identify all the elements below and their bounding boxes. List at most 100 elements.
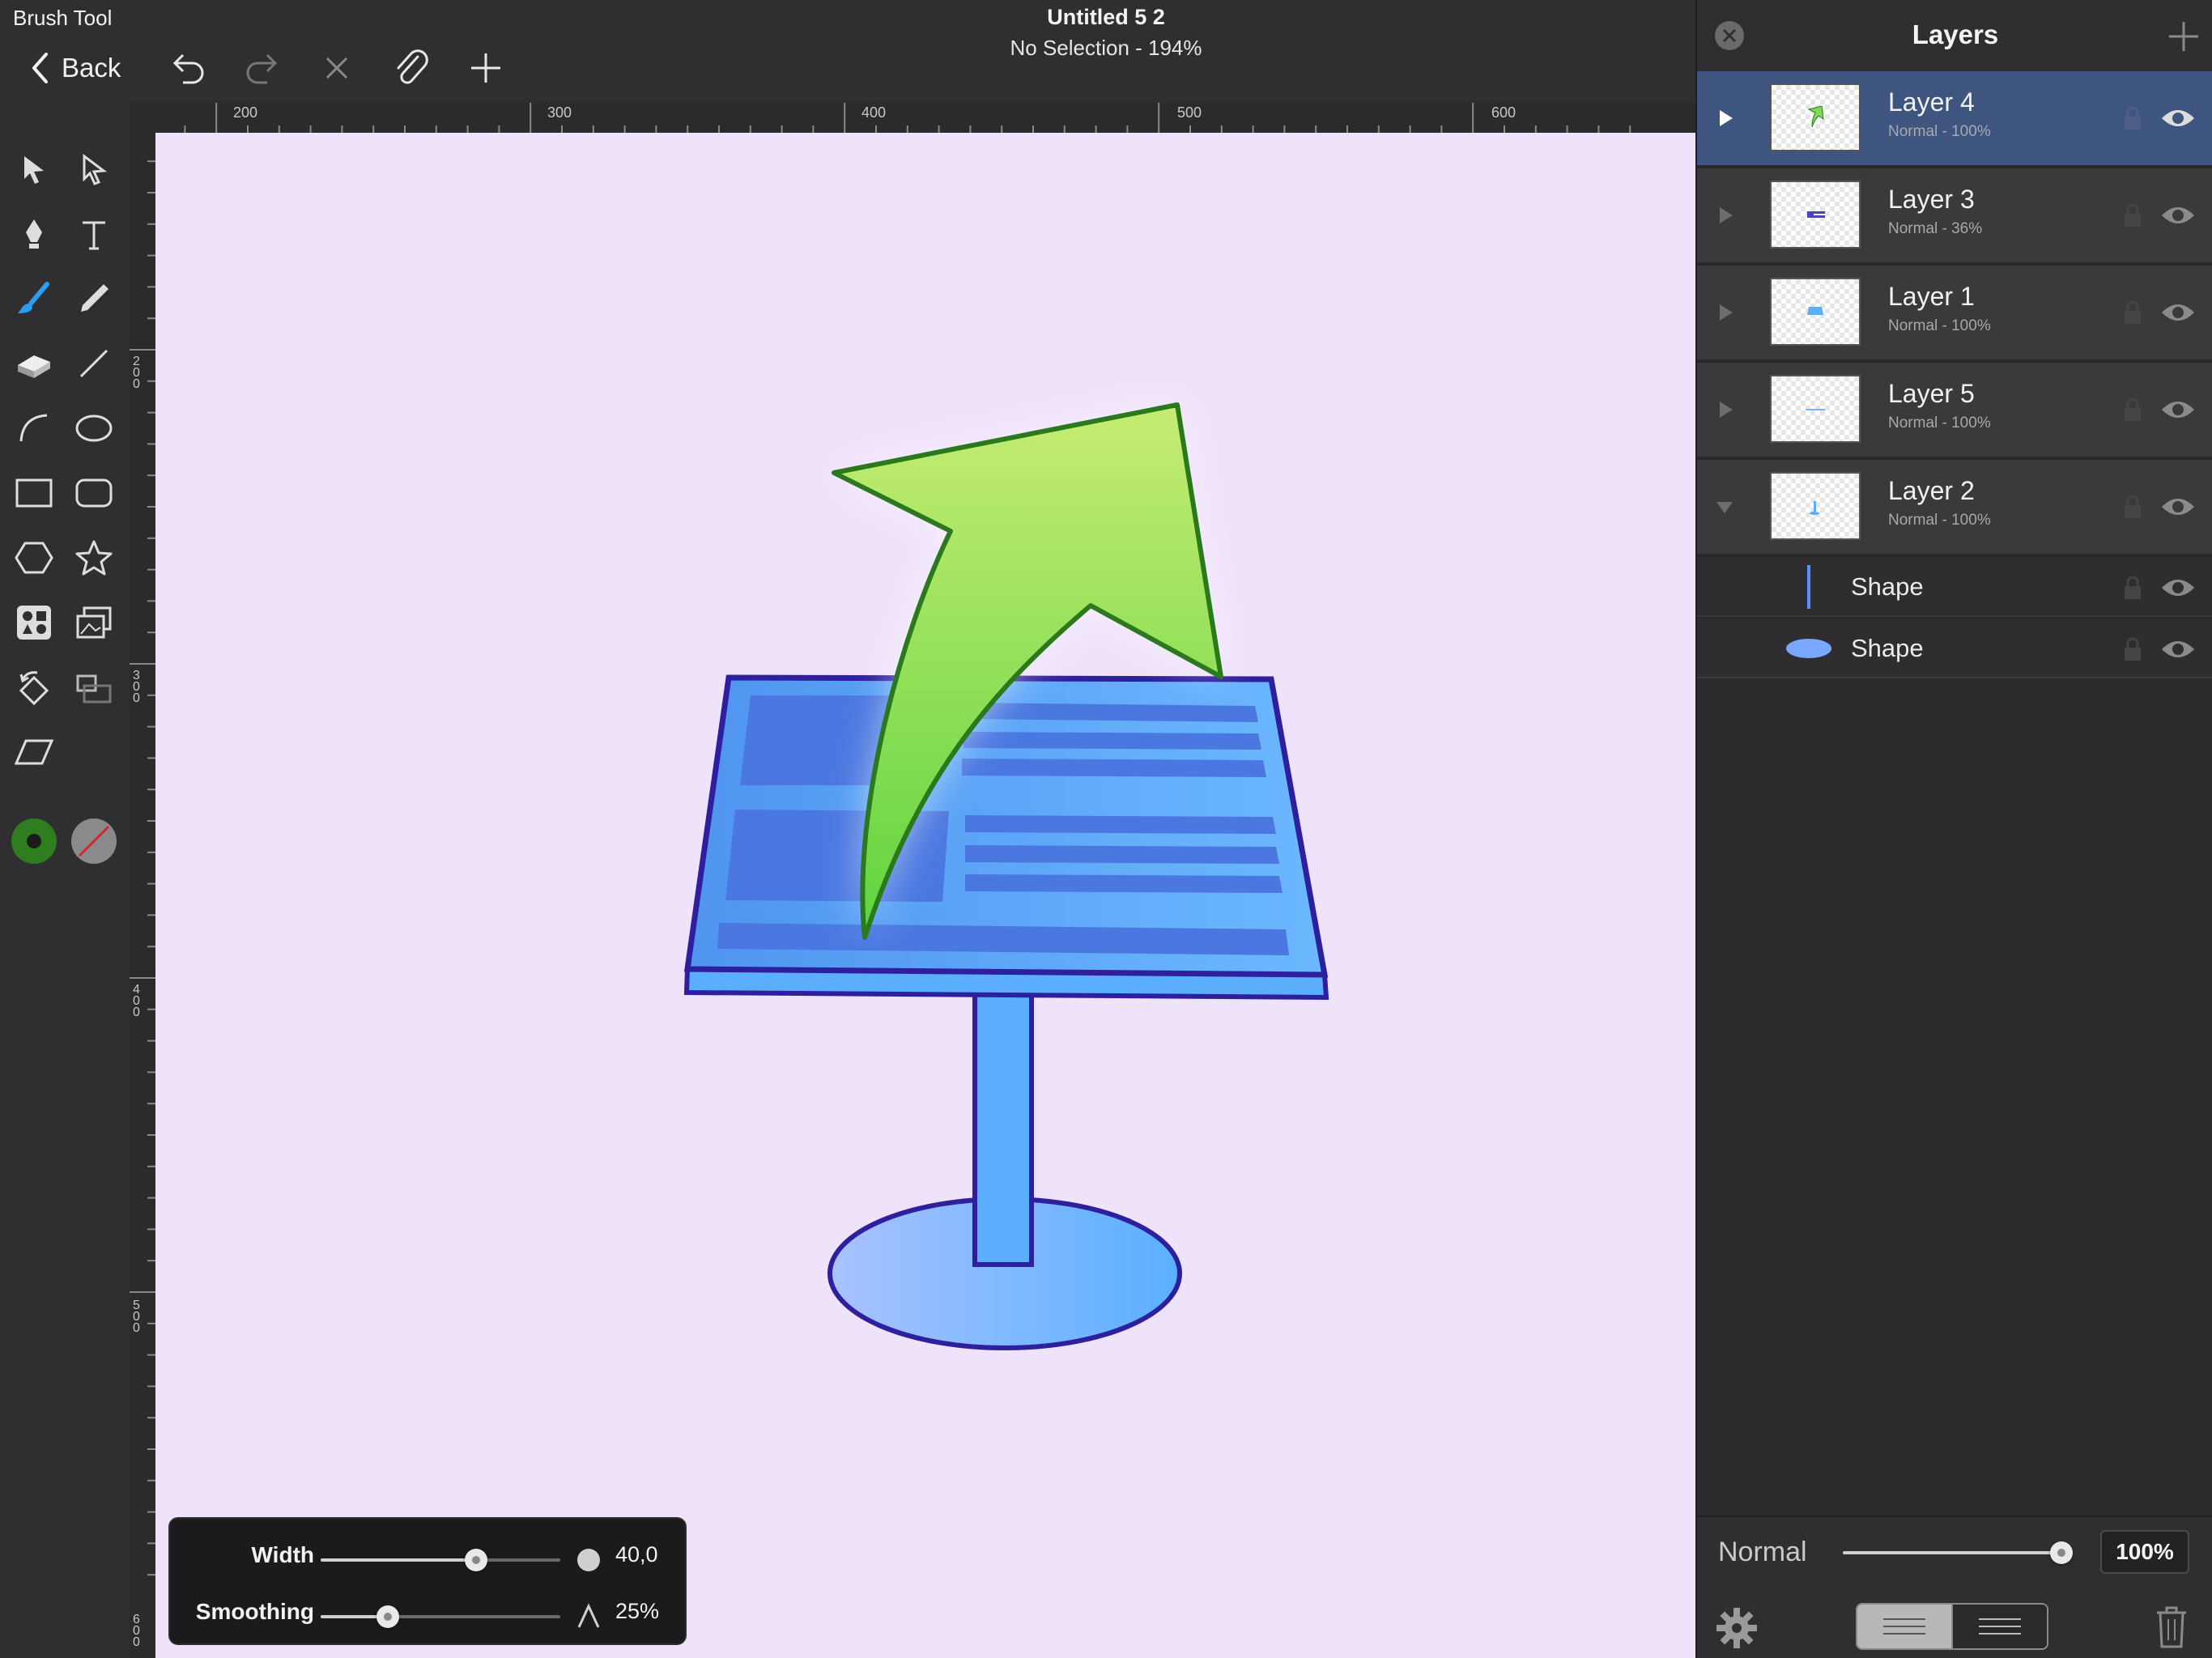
rounded-rectangle-tool[interactable] — [68, 467, 120, 519]
back-button[interactable]: Back — [31, 47, 121, 89]
drawing-canvas[interactable] — [155, 133, 1695, 1658]
expand-arrow-icon[interactable] — [1707, 100, 1742, 136]
pen-nib-icon — [26, 219, 42, 249]
opacity-slider-knob[interactable] — [2050, 1541, 2073, 1564]
layer-thumbnail — [1770, 181, 1861, 249]
eye-icon[interactable] — [2159, 635, 2197, 664]
star-tool[interactable] — [68, 532, 120, 584]
ruler-label: 500 — [1177, 104, 1202, 121]
arc-icon — [19, 414, 48, 442]
ellipse-tool[interactable] — [68, 402, 120, 454]
smoothing-value: 25% — [615, 1599, 660, 1623]
resize-icon — [76, 674, 112, 704]
add-icon[interactable] — [463, 45, 508, 91]
lock-icon[interactable] — [2121, 636, 2144, 662]
lectern-board — [683, 674, 1329, 1001]
opacity-value-field[interactable]: 100% — [2100, 1530, 2189, 1574]
lines-icon — [1979, 1618, 2021, 1635]
layers-panel: Layers Layer 4 Normal - 100% Layer 3 Nor… — [1695, 0, 2212, 1658]
layer-blend-info: Normal - 100% — [1888, 512, 1991, 529]
collapse-arrow-icon[interactable] — [1707, 489, 1742, 525]
align-left-segment[interactable] — [1857, 1605, 1951, 1648]
smoothing-slider-knob[interactable] — [376, 1605, 399, 1628]
stroke-color-swatch[interactable] — [8, 815, 60, 867]
images-icon — [76, 606, 112, 639]
lock-icon[interactable] — [2121, 300, 2144, 325]
back-label: Back — [62, 53, 121, 83]
selection-tool[interactable] — [8, 143, 60, 195]
width-slider-knob[interactable] — [465, 1549, 488, 1571]
gear-icon[interactable] — [1715, 1606, 1759, 1650]
line-tool[interactable] — [68, 338, 120, 389]
shape-row[interactable]: Shape — [1697, 619, 2212, 678]
align-segmented-control — [1856, 1603, 2048, 1650]
pencil-tool[interactable] — [68, 273, 120, 325]
brush-icon — [18, 282, 49, 313]
pencil-icon — [81, 284, 108, 312]
layer-opacity-slider[interactable] — [1843, 1541, 2073, 1564]
width-slider[interactable] — [321, 1549, 560, 1571]
close-icon[interactable] — [314, 45, 359, 91]
lock-icon[interactable] — [2121, 575, 2144, 601]
layer-row[interactable]: Layer 2 Normal - 100% — [1697, 460, 2212, 555]
expand-arrow-icon[interactable] — [1707, 295, 1742, 330]
brush-settings-panel: Width 40,0 Smoothing 25% — [168, 1517, 687, 1645]
blend-mode-selector[interactable]: Normal — [1718, 1537, 1807, 1568]
layers-title: Layers — [1912, 19, 1999, 49]
trash-icon[interactable] — [2152, 1603, 2191, 1650]
layer-name: Layer 4 — [1888, 87, 1975, 117]
ruler-label: 200 — [233, 104, 258, 121]
lock-icon[interactable] — [2121, 397, 2144, 423]
shape-row[interactable]: Shape — [1697, 557, 2212, 617]
pen-tool[interactable] — [8, 208, 60, 260]
smoothing-label: Smoothing — [195, 1599, 314, 1624]
redo-icon[interactable] — [240, 45, 285, 91]
eye-icon[interactable] — [2159, 104, 2197, 133]
layer-row[interactable]: Layer 4 Normal - 100% — [1697, 71, 2212, 167]
eye-icon[interactable] — [2159, 298, 2197, 327]
line-thumbnail-icon — [1806, 409, 1825, 410]
resize-tool[interactable] — [68, 661, 120, 713]
paperclip-icon[interactable] — [389, 45, 434, 91]
eye-icon[interactable] — [2159, 492, 2197, 521]
lock-icon[interactable] — [2121, 202, 2144, 228]
undo-icon[interactable] — [165, 45, 211, 91]
eraser-tool[interactable] — [8, 338, 60, 389]
polygon-tool[interactable] — [8, 532, 60, 584]
parallelogram-icon — [15, 739, 53, 765]
transform-tool[interactable] — [8, 661, 60, 713]
eye-icon[interactable] — [2159, 201, 2197, 230]
ellipse-shape-icon — [1786, 639, 1831, 658]
text-tool[interactable] — [68, 208, 120, 260]
layer-row[interactable]: Layer 1 Normal - 100% — [1697, 266, 2212, 361]
lock-icon[interactable] — [2121, 105, 2144, 131]
direct-selection-tool[interactable] — [68, 143, 120, 195]
expand-arrow-icon[interactable] — [1707, 392, 1742, 427]
brush-tool[interactable] — [8, 273, 60, 325]
lock-icon[interactable] — [2121, 494, 2144, 520]
fill-color-swatch[interactable] — [68, 815, 120, 867]
arc-tool[interactable] — [8, 402, 60, 454]
hexagon-icon — [15, 542, 53, 574]
ruler-label: 200 — [133, 355, 140, 391]
eye-icon[interactable] — [2159, 573, 2197, 602]
skew-tool[interactable] — [8, 726, 60, 778]
brush-size-dot-icon — [577, 1549, 600, 1571]
images-tool[interactable] — [68, 597, 120, 648]
align-right-segment[interactable] — [1951, 1605, 2047, 1648]
layer-blend-info: Normal - 100% — [1888, 123, 1991, 140]
smoothing-slider[interactable] — [321, 1605, 560, 1628]
rectangle-tool[interactable] — [8, 467, 60, 519]
add-layer-icon[interactable] — [2167, 19, 2201, 53]
layer-blend-info: Normal - 100% — [1888, 317, 1991, 334]
top-ruler: 200 300 400 500 600 — [155, 103, 1695, 133]
chevron-left-icon — [32, 53, 48, 83]
layer-blend-info: Normal - 100% — [1888, 414, 1991, 432]
layer-row[interactable]: Layer 5 Normal - 100% — [1697, 363, 2212, 458]
eye-icon[interactable] — [2159, 395, 2197, 424]
layer-row[interactable]: Layer 3 Normal - 36% — [1697, 168, 2212, 264]
ruler-label: 300 — [133, 669, 140, 705]
rotate-transform-icon — [19, 671, 49, 706]
symbols-tool[interactable] — [8, 597, 60, 648]
expand-arrow-icon[interactable] — [1707, 198, 1742, 233]
